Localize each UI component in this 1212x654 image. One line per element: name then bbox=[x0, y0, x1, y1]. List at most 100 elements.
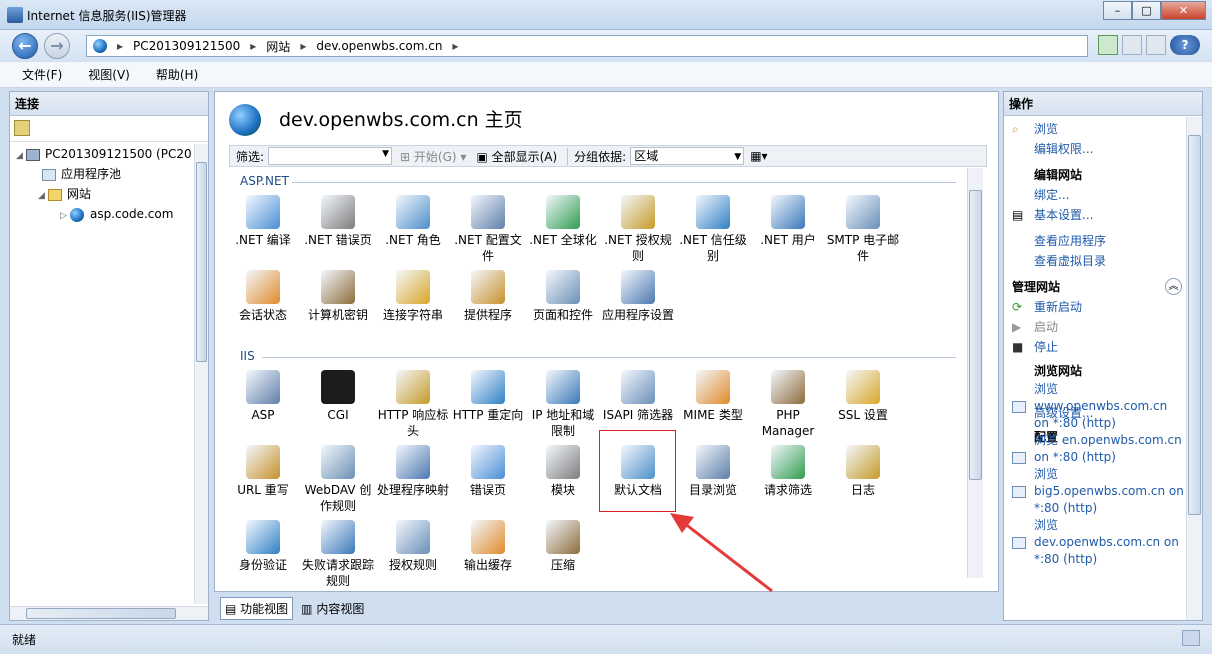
browse-link[interactable]: 浏览 big5.openwbs.com.cn on *:80 (http) bbox=[1012, 466, 1202, 517]
feature-iis-item[interactable]: 请求筛选 bbox=[751, 445, 825, 498]
action-edit-perms[interactable]: 编辑权限... bbox=[1012, 139, 1202, 159]
browse-link-line[interactable]: dev.openwbs.com.cn on bbox=[1012, 534, 1202, 551]
tree-site-item[interactable]: ▷ asp.code.com bbox=[16, 204, 192, 224]
feature-iis-item[interactable]: 压缩 bbox=[526, 520, 600, 573]
action-basic-settings[interactable]: ▤ 基本设置... bbox=[1012, 205, 1202, 225]
breadcrumb-site[interactable]: dev.openwbs.com.cn bbox=[316, 39, 442, 53]
action-view-apps[interactable]: 查看应用程序 bbox=[1012, 231, 1202, 251]
feature-aspnet-item[interactable]: .NET 编译 bbox=[226, 195, 300, 248]
feature-iis-item[interactable]: 身份验证 bbox=[226, 520, 300, 573]
groupby-select[interactable]: 区域 ▼ bbox=[630, 147, 745, 165]
tree-server[interactable]: ◢ PC201309121500 (PC20 bbox=[16, 144, 192, 164]
address-bar[interactable]: ▸ PC201309121500 ▸ 网站 ▸ dev.openwbs.com.… bbox=[86, 35, 1088, 57]
feature-aspnet-item[interactable]: 会话状态 bbox=[226, 270, 300, 323]
feature-iis-item[interactable]: SSL 设置 bbox=[826, 370, 900, 423]
menu-file[interactable]: 文件(F) bbox=[22, 66, 62, 83]
feature-iis-item[interactable]: MIME 类型 bbox=[676, 370, 750, 423]
feature-aspnet-item[interactable]: SMTP 电子邮件 bbox=[826, 195, 900, 264]
browse-link-line[interactable]: www.openwbs.com.cn bbox=[1012, 398, 1202, 415]
feature-iis-item[interactable]: WebDAV 创作规则 bbox=[301, 445, 375, 514]
help-icon[interactable]: ? bbox=[1170, 35, 1200, 55]
feature-aspnet-item[interactable]: .NET 用户 bbox=[751, 195, 825, 248]
view-mode-icon[interactable]: ▦▾ bbox=[750, 149, 767, 163]
collapse-icon[interactable]: ︽ bbox=[1165, 278, 1182, 295]
browse-link-line[interactable]: on *:80 (http) bbox=[1012, 415, 1202, 432]
minimize-button[interactable]: – bbox=[1103, 1, 1132, 20]
feature-iis-item[interactable]: 授权规则 bbox=[376, 520, 450, 573]
feature-aspnet-item[interactable]: 页面和控件 bbox=[526, 270, 600, 323]
showall-button[interactable]: ▣ 全部显示(A) bbox=[476, 148, 557, 165]
feature-iis-item[interactable]: 日志 bbox=[826, 445, 900, 498]
feature-iis-item[interactable]: 模块 bbox=[526, 445, 600, 498]
feature-aspnet-item[interactable]: 应用程序设置 bbox=[601, 270, 675, 323]
features-scrollbar[interactable] bbox=[967, 168, 983, 578]
feature-iis-item[interactable]: 处理程序映射 bbox=[376, 445, 450, 498]
actions-scrollbar[interactable] bbox=[1186, 117, 1202, 620]
expand-icon[interactable]: ▷ bbox=[60, 206, 70, 224]
browse-link-line[interactable]: 浏览 bbox=[1012, 381, 1202, 398]
action-bindings[interactable]: 绑定... bbox=[1012, 185, 1202, 205]
breadcrumb-server[interactable]: PC201309121500 bbox=[133, 39, 240, 53]
action-view-vdirs[interactable]: 查看虚拟目录 bbox=[1012, 251, 1202, 271]
connect-icon[interactable] bbox=[14, 120, 30, 136]
feature-iis-item[interactable]: HTTP 重定向 bbox=[451, 370, 525, 423]
refresh-icon[interactable] bbox=[1098, 35, 1118, 55]
breadcrumb-sites[interactable]: 网站 bbox=[266, 38, 290, 55]
maximize-button[interactable]: □ bbox=[1132, 1, 1161, 20]
feature-aspnet-item[interactable]: 连接字符串 bbox=[376, 270, 450, 323]
feature-aspnet-item[interactable]: .NET 全球化 bbox=[526, 195, 600, 248]
stop-icon[interactable] bbox=[1122, 35, 1142, 55]
browse-link[interactable]: 浏览 en.openwbs.com.cn on *:80 (http) bbox=[1012, 432, 1202, 466]
browse-link-line[interactable]: *:80 (http) bbox=[1012, 551, 1202, 568]
feature-iis-item[interactable]: ASP bbox=[226, 370, 300, 423]
home-icon[interactable] bbox=[1146, 35, 1166, 55]
browse-link[interactable]: 浏览 www.openwbs.com.cn on *:80 (http) bbox=[1012, 381, 1202, 432]
action-start[interactable]: ▶ 启动 bbox=[1012, 317, 1202, 337]
action-browse[interactable]: ⌕ 浏览 bbox=[1012, 119, 1202, 139]
feature-iis-item[interactable]: PHP Manager bbox=[751, 370, 825, 439]
action-restart[interactable]: ⟳ 重新启动 bbox=[1012, 297, 1202, 317]
feature-iis-item[interactable]: 输出缓存 bbox=[451, 520, 525, 573]
browse-link-line[interactable]: 浏览 bbox=[1012, 517, 1202, 534]
feature-iis-item[interactable]: IP 地址和域限制 bbox=[526, 370, 600, 439]
feature-label: SSL 设置 bbox=[838, 408, 888, 422]
feature-iis-item[interactable]: URL 重写 bbox=[226, 445, 300, 498]
feature-aspnet-item[interactable]: .NET 配置文件 bbox=[451, 195, 525, 264]
feature-iis-item[interactable]: 错误页 bbox=[451, 445, 525, 498]
browse-link-line[interactable]: 浏览 bbox=[1012, 466, 1202, 483]
tree-hscroll-thumb[interactable] bbox=[26, 608, 176, 619]
feature-iis-item[interactable]: 目录浏览 bbox=[676, 445, 750, 498]
browse-link-line[interactable]: *:80 (http) bbox=[1012, 500, 1202, 517]
close-button[interactable]: ✕ bbox=[1161, 1, 1206, 20]
feature-aspnet-item[interactable]: .NET 授权规则 bbox=[601, 195, 675, 264]
feature-iis-item[interactable]: 失败请求跟踪规则 bbox=[301, 520, 375, 589]
filter-input[interactable]: ▼ bbox=[268, 147, 393, 165]
forward-button[interactable]: → bbox=[44, 33, 70, 59]
tree-sites[interactable]: ◢ 网站 bbox=[16, 184, 192, 204]
back-button[interactable]: ← bbox=[12, 33, 38, 59]
features-scroll-thumb[interactable] bbox=[969, 190, 982, 480]
feature-iis-item[interactable]: HTTP 响应标头 bbox=[376, 370, 450, 439]
tree-scrollbar[interactable] bbox=[194, 144, 208, 604]
actions-scroll-thumb[interactable] bbox=[1188, 135, 1201, 515]
feature-iis-item[interactable]: CGI bbox=[301, 370, 375, 423]
start-button[interactable]: ⊞ 开始(G) ▾ bbox=[400, 148, 466, 165]
feature-aspnet-item[interactable]: 提供程序 bbox=[451, 270, 525, 323]
browse-link-line[interactable]: 浏览 en.openwbs.com.cn bbox=[1012, 432, 1202, 449]
tree-hscrollbar[interactable] bbox=[10, 606, 208, 620]
menu-help[interactable]: 帮助(H) bbox=[156, 66, 198, 83]
menu-view[interactable]: 视图(V) bbox=[88, 66, 130, 83]
tab-features-view[interactable]: ▤ 功能视图 bbox=[220, 597, 294, 620]
feature-aspnet-item[interactable]: .NET 信任级别 bbox=[676, 195, 750, 264]
feature-aspnet-item[interactable]: .NET 错误页 bbox=[301, 195, 375, 248]
tab-content-view[interactable]: ▥ 内容视图 bbox=[297, 597, 368, 620]
feature-aspnet-item[interactable]: 计算机密钥 bbox=[301, 270, 375, 323]
feature-aspnet-item[interactable]: .NET 角色 bbox=[376, 195, 450, 248]
browse-link-line[interactable]: on *:80 (http) bbox=[1012, 449, 1202, 466]
action-stop[interactable]: ■ 停止 bbox=[1012, 337, 1202, 357]
browse-link-line[interactable]: big5.openwbs.com.cn on bbox=[1012, 483, 1202, 500]
browse-link[interactable]: 浏览 dev.openwbs.com.cn on *:80 (http) bbox=[1012, 517, 1202, 568]
tree-apppools[interactable]: 应用程序池 bbox=[16, 164, 192, 184]
tree-scroll-thumb[interactable] bbox=[196, 162, 207, 362]
feature-iis-item[interactable]: ISAPI 筛选器 bbox=[601, 370, 675, 423]
